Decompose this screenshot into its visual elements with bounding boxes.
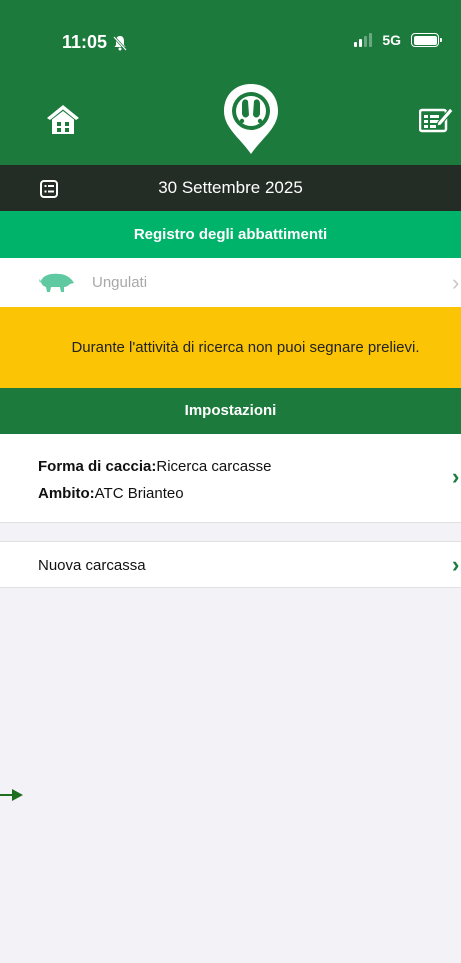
hoofprint-pin-icon <box>224 84 278 154</box>
clock-text: 11:05 <box>62 32 108 52</box>
ambito-value: ATC Brianteo <box>94 485 184 502</box>
date-bar: 30 Settembre 2025 <box>0 165 461 211</box>
ungulati-row[interactable]: Ungulati <box>0 258 461 307</box>
battery-icon <box>411 33 442 47</box>
bell-slash-icon <box>113 35 127 51</box>
nuova-chevron-icon: › <box>452 552 460 577</box>
impostazioni-header: Impostazioni <box>0 388 461 434</box>
network-type: 5G <box>382 32 401 48</box>
home-icon[interactable] <box>46 103 80 135</box>
current-date[interactable]: 30 Settembre 2025 <box>0 178 461 198</box>
status-time: 11:05 <box>62 32 127 53</box>
ambito-line: Ambito:ATC Brianteo <box>38 485 184 502</box>
settings-chevron-icon: › <box>452 464 460 489</box>
warning-text: Durante l'attività di ricerca non puoi s… <box>71 339 420 356</box>
warning-banner: Durante l'attività di ricerca non puoi s… <box>0 307 461 388</box>
register-edit-icon[interactable] <box>419 107 453 133</box>
app-header: 11:05 5G <box>0 0 461 165</box>
nuova-carcassa-label: Nuova carcassa <box>38 557 146 574</box>
settings-row[interactable]: Forma di caccia:Ricerca carcasse Ambito:… <box>0 434 461 523</box>
arrow-right-icon <box>0 789 23 801</box>
forma-caccia-label: Forma di caccia: <box>38 458 157 475</box>
status-indicators: 5G <box>354 32 442 48</box>
ungulati-label: Ungulati <box>92 274 148 291</box>
registro-header: Registro degli abbattimenti <box>0 211 461 258</box>
nuova-carcassa-row[interactable]: Nuova carcassa <box>0 541 461 588</box>
forma-caccia-line: Forma di caccia:Ricerca carcasse <box>38 458 271 475</box>
ungulati-chevron-icon: › <box>452 270 460 295</box>
forma-caccia-value: Ricerca carcasse <box>156 458 272 475</box>
ambito-label: Ambito: <box>38 485 95 502</box>
boar-icon <box>39 273 74 292</box>
signal-icon <box>354 33 373 47</box>
